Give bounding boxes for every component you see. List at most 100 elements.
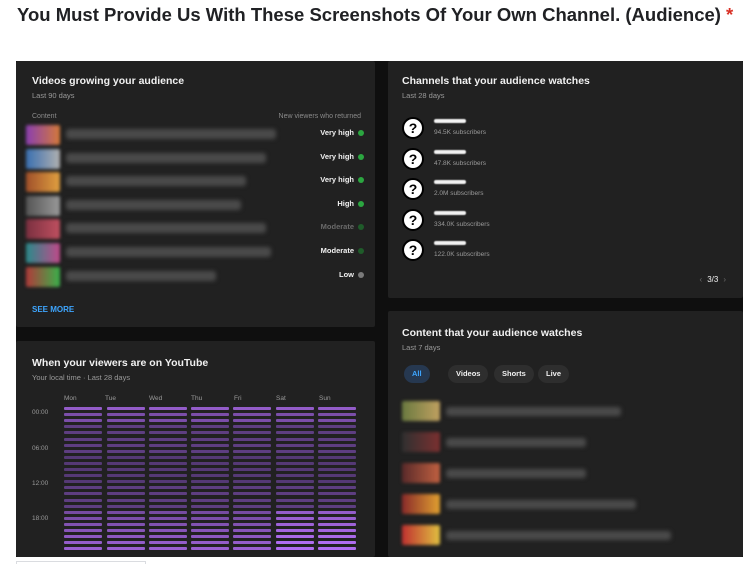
heatmap-day-column [191,407,229,557]
rating-text: Very high [320,128,354,137]
chevron-right-icon[interactable]: › [723,275,726,284]
heatmap-cell [149,498,187,502]
status-dot-icon [358,177,364,184]
heatmap-cell [318,535,356,539]
heatmap-cell [64,419,102,423]
heatmap-cell [64,529,102,532]
heatmap-cell [318,529,356,532]
video-title-blurred [66,129,276,139]
video-row[interactable]: Very high [26,172,366,194]
heatmap-cell [64,449,102,453]
heatmap-cell [191,407,229,410]
content-row[interactable] [402,432,732,454]
video-row[interactable]: High [26,195,366,218]
video-row[interactable]: Very high [26,148,366,171]
channel-row[interactable]: ? 2.0M subscribers [402,178,602,204]
hour-label: 06:00 [32,445,49,452]
heatmap-cell [276,449,314,453]
rating-text: Very high [320,151,354,161]
pager: ‹ 3/3 › [695,275,731,284]
heatmap-cell [149,492,187,496]
chip-live[interactable]: Live [538,365,570,383]
heatmap-cell [107,535,145,539]
subscriber-count: 122.0K subscribers [434,251,490,259]
heatmap-cell [64,407,102,410]
rating-text: Low [339,269,354,279]
see-more-link[interactable]: SEE MORE [32,305,74,314]
heatmap-cell [318,437,356,441]
question-mark-icon: ? [402,178,424,201]
status-dot-icon [358,248,364,255]
heatmap-cell [191,449,229,453]
rating-text: Very high [320,175,354,185]
heatmap-cell [318,486,356,490]
day-label: Sat [276,395,286,402]
subscriber-count: 2.0M subscribers [434,190,484,198]
content-row[interactable] [402,463,732,485]
heatmap-cell [276,504,314,508]
heatmap-cell [318,413,356,417]
heatmap-cell [233,486,271,490]
heatmap-cell [64,486,102,490]
viewers-time-card: When your viewers are on YouTube Your lo… [16,341,375,557]
status-dot-icon [358,153,364,160]
column-header-metric: New viewers who returned [278,113,361,120]
channel-row[interactable]: ? 122.0K subscribers [402,239,602,265]
heatmap-day-column [233,407,271,557]
heatmap-cell [233,492,271,496]
content-row[interactable] [402,494,732,516]
question-mark-icon: ? [402,208,424,231]
channels-card: Channels that your audience watches Last… [388,61,743,298]
heatmap-cell [318,498,356,502]
heatmap-cell [191,529,229,532]
channel-row[interactable]: ? 94.5K subscribers [402,117,602,143]
content-title-blurred [446,438,586,447]
rating-label: Low [339,270,364,279]
heatmap-cell [191,510,229,514]
heatmap-cell [149,431,187,435]
content-row[interactable] [402,401,732,423]
heatmap-day-column [107,407,145,557]
heatmap-cell [276,431,314,435]
heatmap-cell [276,437,314,441]
video-thumbnail [26,243,60,263]
heatmap-cell [149,425,187,429]
heatmap-day-column [149,407,187,557]
heatmap-cell [107,522,145,526]
chip-shorts[interactable]: Shorts [494,365,534,383]
channel-row[interactable]: ? 47.8K subscribers [402,147,602,174]
heatmap-cell [64,480,102,484]
status-dot-icon [358,200,364,207]
status-dot-icon [358,224,364,231]
hour-label: 00:00 [32,409,49,416]
question-mark-icon: ? [402,147,424,170]
heatmap-cell [64,498,102,502]
heatmap-cell [149,461,187,465]
day-label: Tue [105,395,116,402]
chevron-left-icon[interactable]: ‹ [700,275,703,284]
content-row[interactable] [402,525,732,547]
video-row[interactable]: Moderate [26,243,366,265]
heatmap-cell [64,504,102,508]
content-title-blurred [446,500,636,509]
heatmap-cell [233,468,271,471]
video-row[interactable]: Moderate [26,219,366,241]
content-thumbnail [402,494,440,514]
video-thumbnail [26,219,60,240]
heatmap-cell [107,407,145,410]
channel-name-redacted [434,119,466,123]
heatmap-cell [64,547,102,551]
video-row[interactable]: Very high [26,125,366,147]
question-mark-icon: ? [402,239,424,262]
heatmap-cell [64,455,102,459]
channel-row[interactable]: ? 334.0K subscribers [402,208,602,235]
chip-all[interactable]: All [404,365,430,383]
heatmap-cell [233,431,271,435]
chip-videos[interactable]: Videos [448,365,489,383]
heatmap-cell [233,498,271,502]
heatmap-cell [107,449,145,453]
heatmap-cell [64,425,102,429]
rating-label: Moderate [321,246,364,255]
video-row[interactable]: Low [26,266,366,289]
heatmap-cell [276,492,314,496]
